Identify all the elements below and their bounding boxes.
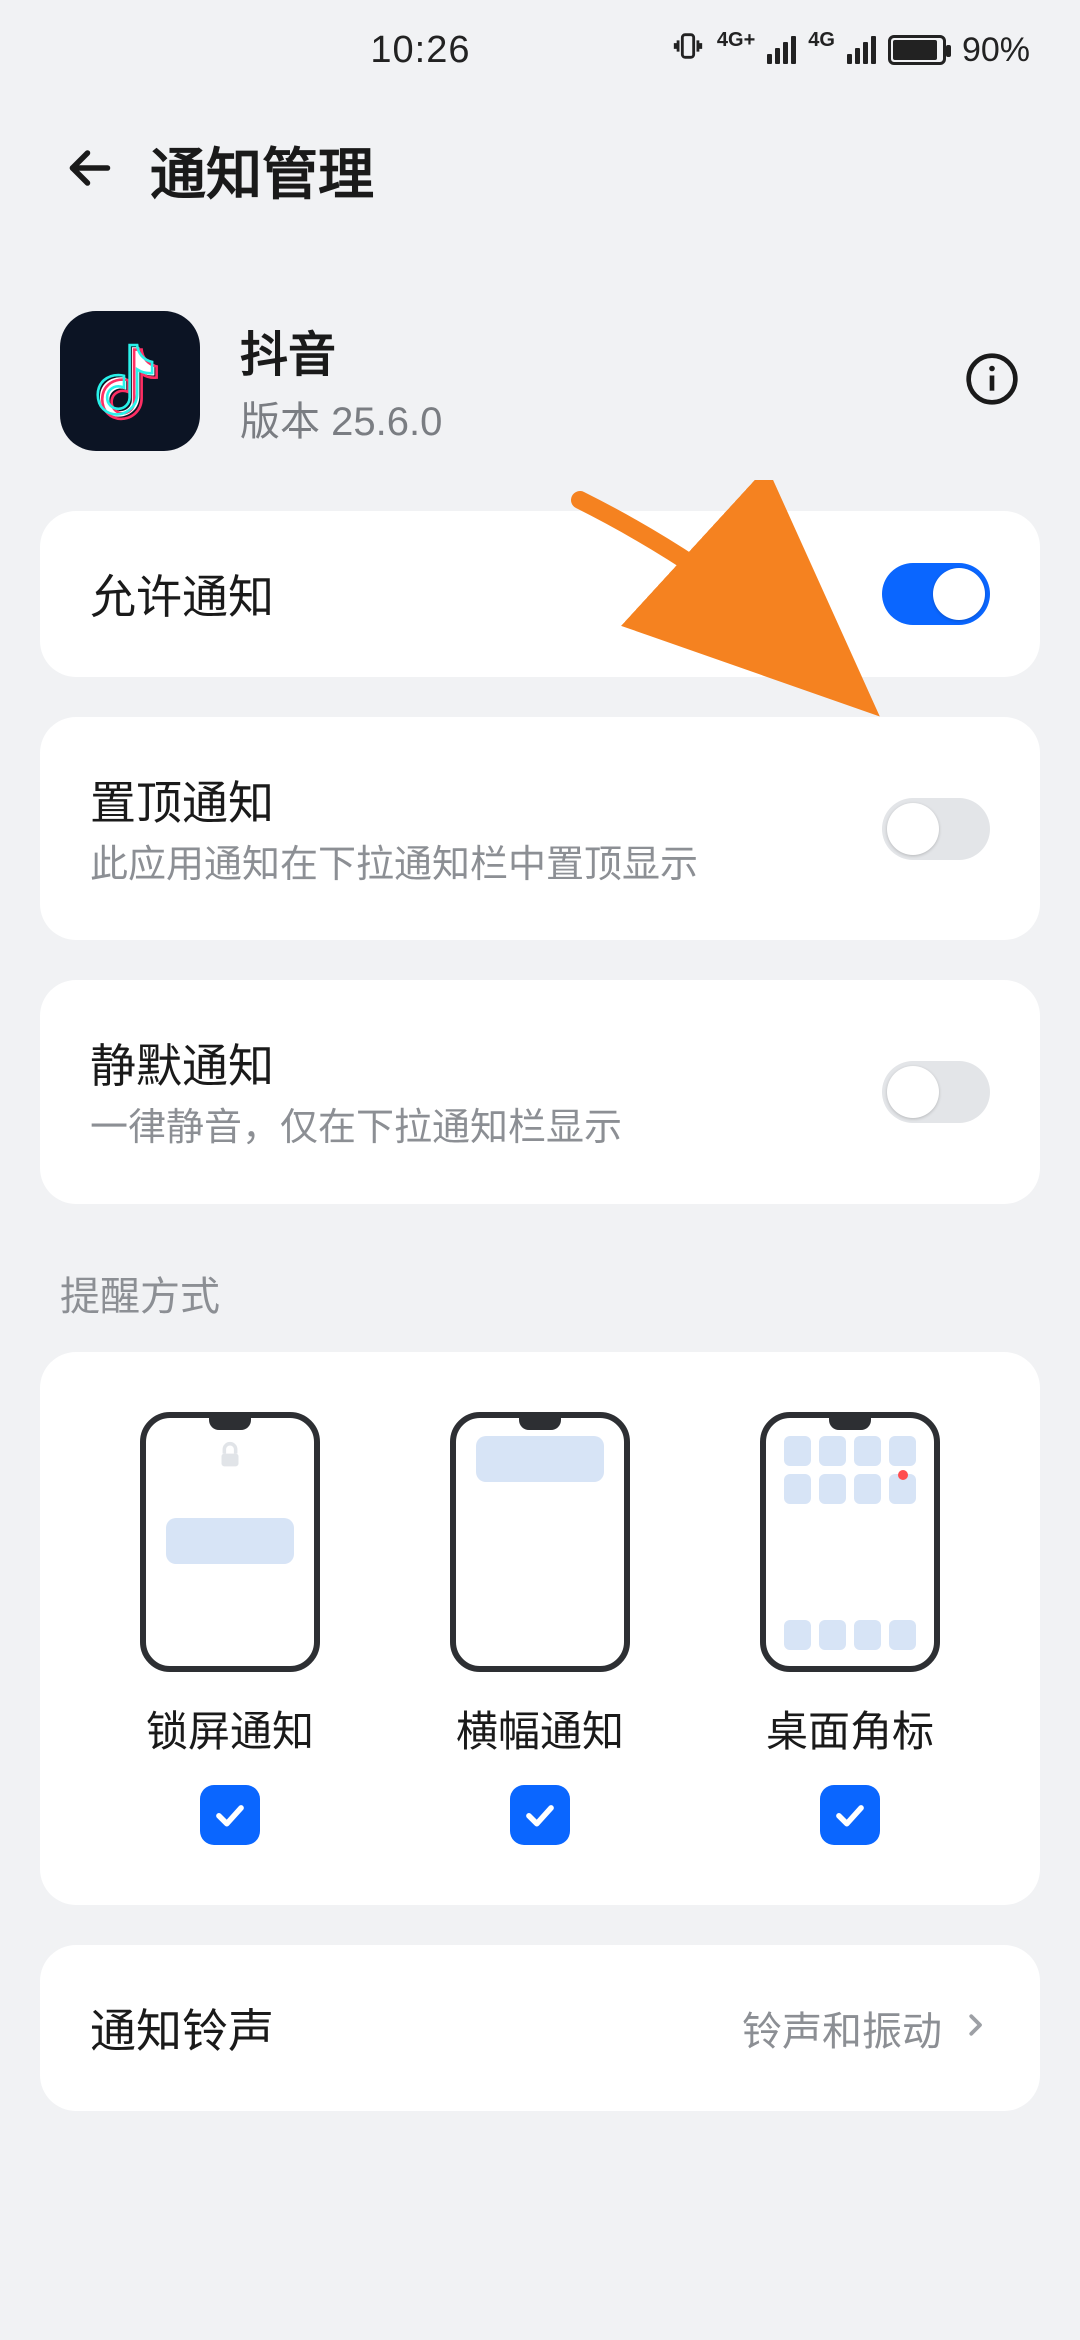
app-version: 版本 25.6.0 xyxy=(240,389,924,447)
row-silent-title: 静默通知 xyxy=(90,1030,852,1096)
mode-lockscreen-preview xyxy=(140,1412,320,1672)
card-silent-notifications: 静默通知 一律静音，仅在下拉通知栏显示 xyxy=(40,980,1040,1203)
row-allow-notifications[interactable]: 允许通知 xyxy=(40,511,1040,677)
toggle-silent-notifications[interactable] xyxy=(882,1061,990,1123)
row-ringtone-title: 通知铃声 xyxy=(90,1995,712,2061)
mode-lockscreen-label: 锁屏通知 xyxy=(146,1698,314,1759)
row-ringtone[interactable]: 通知铃声 铃声和振动 xyxy=(40,1945,1040,2111)
status-time-wrap: 10:26 xyxy=(50,29,671,72)
mode-badge-label: 桌面角标 xyxy=(766,1698,934,1759)
signal-2-bars xyxy=(847,36,876,64)
row-allow-title: 允许通知 xyxy=(90,561,852,627)
row-pin-sub: 此应用通知在下拉通知栏中置顶显示 xyxy=(90,841,852,890)
app-icon xyxy=(60,311,200,451)
row-silent-notifications[interactable]: 静默通知 一律静音，仅在下拉通知栏显示 xyxy=(40,980,1040,1203)
mode-badge[interactable]: 桌面角标 xyxy=(700,1412,1000,1845)
row-ringtone-value: 铃声和振动 xyxy=(742,1999,942,2057)
vibrate-icon xyxy=(671,29,705,71)
toggle-allow-notifications[interactable] xyxy=(882,563,990,625)
card-pin-notifications: 置顶通知 此应用通知在下拉通知栏中置顶显示 xyxy=(40,717,1040,940)
card-reminder-modes: 锁屏通知 横幅通知 xyxy=(40,1352,1040,1905)
row-silent-sub: 一律静音，仅在下拉通知栏显示 xyxy=(90,1104,852,1153)
mode-lockscreen[interactable]: 锁屏通知 xyxy=(80,1412,380,1845)
status-time: 10:26 xyxy=(370,29,470,72)
back-button[interactable] xyxy=(60,138,120,203)
mode-banner-preview xyxy=(450,1412,630,1672)
mode-banner[interactable]: 横幅通知 xyxy=(390,1412,690,1845)
checkbox-lockscreen[interactable] xyxy=(200,1785,260,1845)
status-bar: 10:26 4G+ 4G 90% xyxy=(0,0,1080,100)
mode-badge-preview xyxy=(760,1412,940,1672)
battery-percent: 90% xyxy=(962,31,1030,70)
section-reminder-label: 提醒方式 xyxy=(0,1244,1080,1352)
row-pin-notifications[interactable]: 置顶通知 此应用通知在下拉通知栏中置顶显示 xyxy=(40,717,1040,940)
app-meta: 抖音 版本 25.6.0 xyxy=(240,315,924,447)
signal-1-bars xyxy=(767,36,796,64)
status-indicators: 4G+ 4G 90% xyxy=(671,29,1030,71)
toggle-pin-notifications[interactable] xyxy=(882,798,990,860)
row-pin-title: 置顶通知 xyxy=(90,767,852,833)
chevron-right-icon xyxy=(960,2010,990,2045)
page-title: 通知管理 xyxy=(150,130,374,211)
app-name: 抖音 xyxy=(240,315,924,385)
signal-1-label: 4G+ xyxy=(717,29,755,52)
card-ringtone: 通知铃声 铃声和振动 xyxy=(40,1945,1040,2111)
mode-banner-label: 横幅通知 xyxy=(456,1698,624,1759)
checkbox-badge[interactable] xyxy=(820,1785,880,1845)
app-info-row: 抖音 版本 25.6.0 xyxy=(0,251,1080,511)
checkbox-banner[interactable] xyxy=(510,1785,570,1845)
page-header: 通知管理 xyxy=(0,100,1080,251)
info-button[interactable] xyxy=(964,351,1020,412)
card-allow-notifications: 允许通知 xyxy=(40,511,1040,677)
battery-icon xyxy=(888,35,946,65)
signal-2-label: 4G xyxy=(808,29,835,52)
lock-icon xyxy=(213,1438,247,1477)
